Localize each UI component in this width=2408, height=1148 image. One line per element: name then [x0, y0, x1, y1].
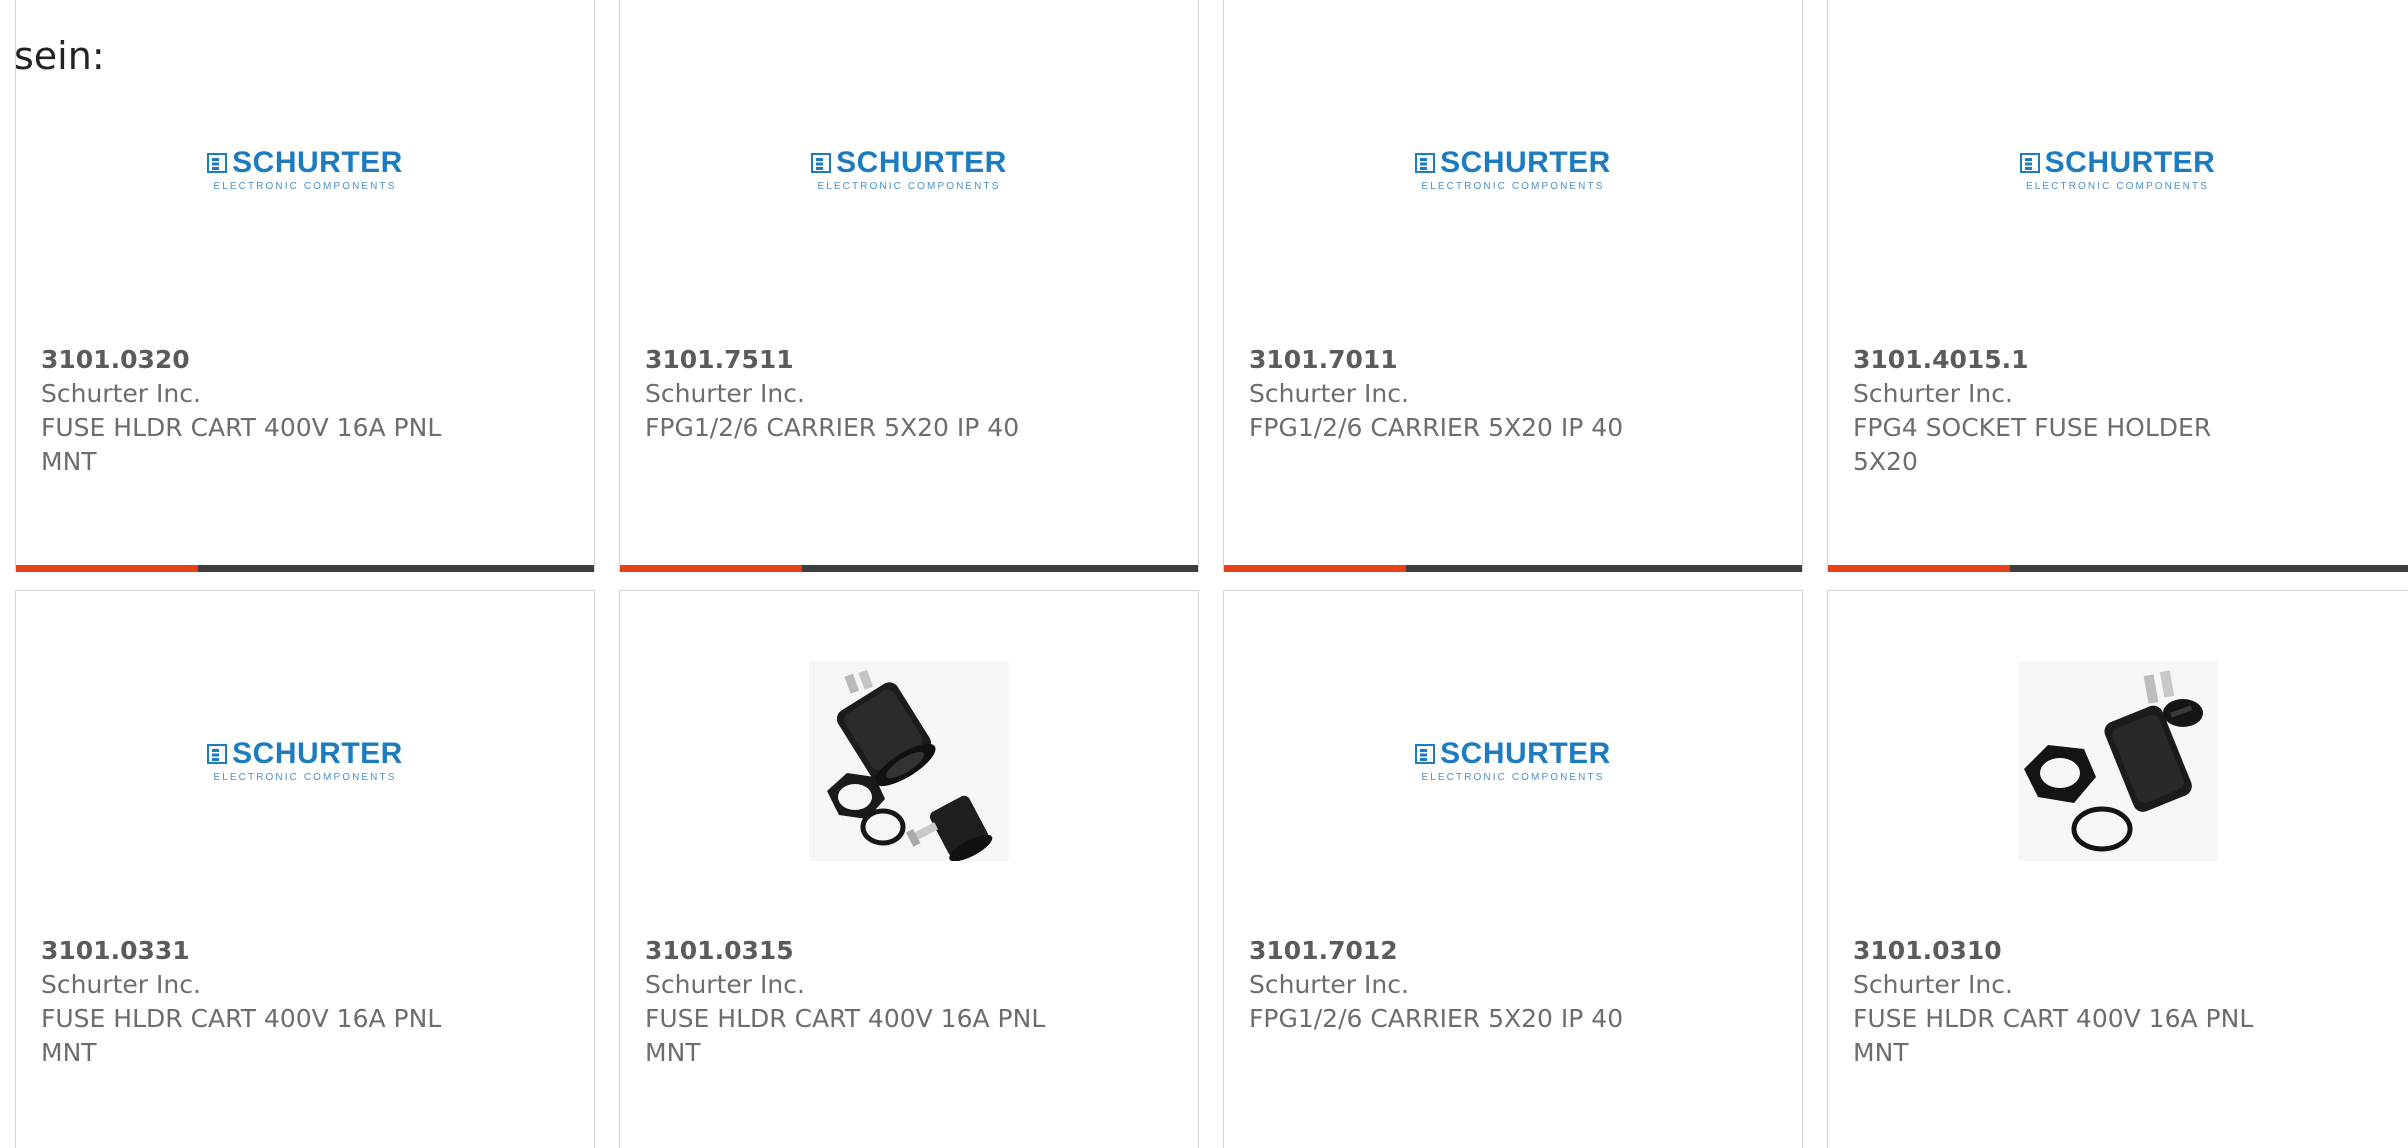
product-description: FPG4 SOCKET FUSE HOLDER 5X20: [1853, 413, 2212, 476]
schurter-logo-icon: [207, 153, 228, 173]
logo-tagline: ELECTRONIC COMPONENTS: [213, 181, 397, 192]
fuse-holder-photo: [2017, 661, 2218, 861]
schurter-logo: SCHURTER ELECTRONIC COMPONENTS: [1413, 739, 1613, 783]
manufacturer: Schurter Inc.: [41, 379, 201, 408]
logo-tagline: ELECTRONIC COMPONENTS: [2025, 181, 2209, 192]
logo-name: SCHURTER: [836, 146, 1007, 179]
schurter-logo-icon: [811, 153, 832, 173]
schurter-logo-icon: [1415, 744, 1436, 764]
schurter-logo: SCHURTER ELECTRONIC COMPONENTS: [2018, 148, 2218, 192]
card-accent-bar: [1224, 565, 1406, 572]
part-number-link[interactable]: 3101.7012: [1249, 934, 1782, 968]
product-description: FPG1/2/6 CARRIER 5X20 IP 40: [1249, 413, 1624, 442]
part-number-link[interactable]: 3101.7511: [645, 343, 1178, 377]
part-number-link[interactable]: 3101.0331: [41, 934, 574, 968]
schurter-logo: SCHURTER ELECTRONIC COMPONENTS: [1413, 148, 1613, 192]
logo-name: SCHURTER: [232, 146, 403, 179]
manufacturer: Schurter Inc.: [1853, 970, 2013, 999]
product-card[interactable]: 3101.0310 Schurter Inc. FUSE HLDR CART 4…: [1827, 590, 2408, 1148]
manufacturer: Schurter Inc.: [41, 970, 201, 999]
intro-text: sein:: [14, 34, 105, 78]
manufacturer: Schurter Inc.: [645, 970, 805, 999]
logo-name: SCHURTER: [232, 737, 403, 770]
product-card[interactable]: SCHURTER ELECTRONIC COMPONENTS 3101.7011…: [1223, 0, 1803, 572]
product-card[interactable]: SCHURTER ELECTRONIC COMPONENTS 3101.0331…: [15, 590, 595, 1148]
product-thumbnail[interactable]: [2017, 661, 2218, 861]
schurter-logo: SCHURTER ELECTRONIC COMPONENTS: [809, 148, 1009, 192]
product-card[interactable]: 3101.0315 Schurter Inc. FUSE HLDR CART 4…: [619, 590, 1199, 1148]
product-description: FUSE HLDR CART 400V 16A PNL MNT: [41, 413, 442, 476]
part-number-link[interactable]: 3101.4015.1: [1853, 343, 2391, 377]
product-card[interactable]: SCHURTER ELECTRONIC COMPONENTS 3101.7511…: [619, 0, 1199, 572]
card-bottom-bar: [620, 565, 1198, 572]
part-number-link[interactable]: 3101.0310: [1853, 934, 2391, 968]
product-card[interactable]: SCHURTER ELECTRONIC COMPONENTS 3101.0320…: [15, 0, 595, 572]
product-card[interactable]: SCHURTER ELECTRONIC COMPONENTS 3101.4015…: [1827, 0, 2408, 572]
schurter-logo-icon: [207, 744, 228, 764]
manufacturer: Schurter Inc.: [1853, 379, 2013, 408]
logo-name: SCHURTER: [1440, 737, 1611, 770]
product-thumbnail[interactable]: SCHURTER ELECTRONIC COMPONENTS: [2018, 70, 2218, 270]
part-number-link[interactable]: 3101.7011: [1249, 343, 1782, 377]
logo-tagline: ELECTRONIC COMPONENTS: [817, 181, 1001, 192]
logo-tagline: ELECTRONIC COMPONENTS: [1421, 181, 1605, 192]
part-number-link[interactable]: 3101.0320: [41, 343, 574, 377]
logo-tagline: ELECTRONIC COMPONENTS: [1421, 772, 1605, 783]
schurter-logo-icon: [1415, 153, 1436, 173]
card-bottom-bar: [16, 565, 594, 572]
schurter-logo: SCHURTER ELECTRONIC COMPONENTS: [205, 739, 405, 783]
product-description: FUSE HLDR CART 400V 16A PNL MNT: [41, 1004, 442, 1067]
card-accent-bar: [620, 565, 802, 572]
part-number-link[interactable]: 3101.0315: [645, 934, 1178, 968]
product-thumbnail[interactable]: SCHURTER ELECTRONIC COMPONENTS: [1413, 661, 1613, 861]
card-accent-bar: [1828, 565, 2010, 572]
product-thumbnail[interactable]: SCHURTER ELECTRONIC COMPONENTS: [809, 70, 1009, 270]
fuse-holder-photo: [809, 661, 1009, 861]
manufacturer: Schurter Inc.: [1249, 379, 1409, 408]
card-accent-bar: [16, 565, 198, 572]
manufacturer: Schurter Inc.: [1249, 970, 1409, 999]
product-card[interactable]: SCHURTER ELECTRONIC COMPONENTS 3101.7012…: [1223, 590, 1803, 1148]
card-bottom-bar: [1224, 565, 1802, 572]
manufacturer: Schurter Inc.: [645, 379, 805, 408]
logo-name: SCHURTER: [1440, 146, 1611, 179]
logo-tagline: ELECTRONIC COMPONENTS: [213, 772, 397, 783]
product-thumbnail[interactable]: SCHURTER ELECTRONIC COMPONENTS: [205, 70, 405, 270]
product-description: FUSE HLDR CART 400V 16A PNL MNT: [1853, 1004, 2254, 1067]
product-description: FPG1/2/6 CARRIER 5X20 IP 40: [1249, 1004, 1624, 1033]
schurter-logo-icon: [2019, 153, 2040, 173]
product-description: FUSE HLDR CART 400V 16A PNL MNT: [645, 1004, 1046, 1067]
product-thumbnail[interactable]: SCHURTER ELECTRONIC COMPONENTS: [205, 661, 405, 861]
product-thumbnail[interactable]: SCHURTER ELECTRONIC COMPONENTS: [1413, 70, 1613, 270]
logo-name: SCHURTER: [2044, 146, 2216, 179]
schurter-logo: SCHURTER ELECTRONIC COMPONENTS: [205, 148, 405, 192]
product-thumbnail[interactable]: [809, 661, 1009, 861]
card-bottom-bar: [1828, 565, 2408, 572]
product-description: FPG1/2/6 CARRIER 5X20 IP 40: [645, 413, 1020, 442]
